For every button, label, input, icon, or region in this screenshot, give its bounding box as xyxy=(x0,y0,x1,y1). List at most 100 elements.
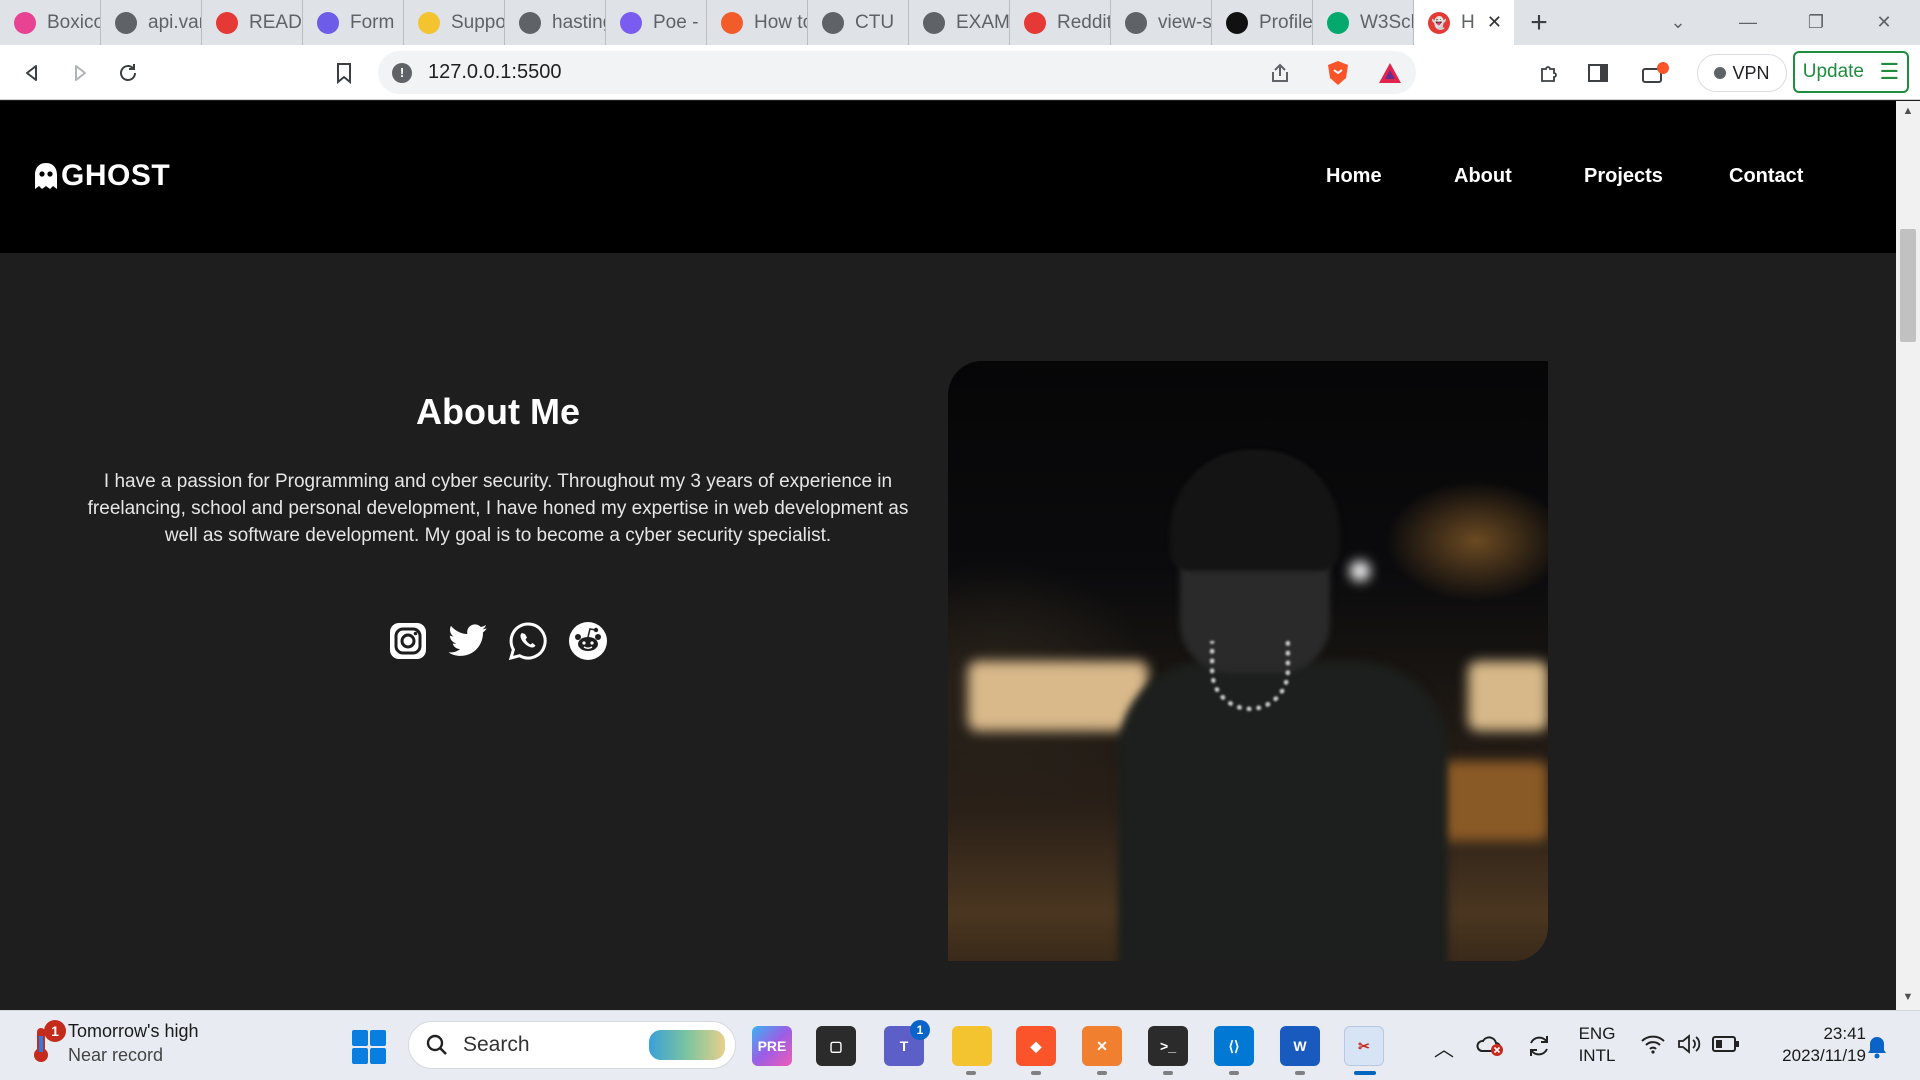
brave-browser-icon[interactable]: ◆ xyxy=(1016,1026,1056,1066)
site-info-icon[interactable]: ! xyxy=(392,62,412,83)
task-view-icon[interactable]: ▢ xyxy=(816,1026,856,1066)
browser-tab[interactable]: Profile xyxy=(1212,0,1313,45)
nav-home[interactable]: Home xyxy=(1326,165,1382,188)
tab-favicon-icon xyxy=(721,11,743,34)
menu-icon: ☰ xyxy=(1879,59,1900,84)
running-indicator xyxy=(1295,1071,1305,1075)
whatsapp-icon[interactable] xyxy=(508,621,548,661)
browser-tab[interactable]: Form xyxy=(303,0,404,45)
browser-tab[interactable]: api.vanta xyxy=(101,0,202,45)
browser-tab[interactable]: README xyxy=(202,0,303,45)
file-explorer-icon[interactable] xyxy=(952,1026,992,1066)
weather-widget[interactable]: 1 Tomorrow's high Near record xyxy=(28,1019,198,1067)
xampp-icon[interactable]: ✕ xyxy=(1082,1026,1122,1066)
search-label: Search xyxy=(463,1033,530,1056)
running-indicator xyxy=(1229,1071,1239,1075)
scrollbar-thumb[interactable] xyxy=(1900,229,1916,342)
battery-icon[interactable] xyxy=(1712,1035,1740,1058)
browser-tab[interactable]: CTU xyxy=(808,0,909,45)
thermometer-icon: 1 xyxy=(28,1020,66,1064)
nav-projects[interactable]: Projects xyxy=(1584,165,1663,188)
update-button[interactable]: Update ☰ xyxy=(1793,51,1909,93)
word-icon[interactable]: W xyxy=(1280,1026,1320,1066)
tab-search-chevron-icon[interactable]: ⌄ xyxy=(1644,0,1712,45)
new-tab-button[interactable]: + xyxy=(1514,6,1564,40)
vpn-button[interactable]: VPN xyxy=(1697,54,1787,92)
nav-about[interactable]: About xyxy=(1454,165,1512,188)
vpn-status-icon xyxy=(1714,67,1727,79)
browser-tab[interactable]: view-s xyxy=(1111,0,1212,45)
start-button[interactable] xyxy=(352,1030,386,1064)
photo-person-jacket xyxy=(1118,661,1448,961)
page-scrollbar[interactable]: ▲ ▼ xyxy=(1896,101,1920,1010)
forward-icon[interactable] xyxy=(62,55,98,91)
minimize-icon[interactable]: — xyxy=(1714,0,1782,45)
browser-tab[interactable]: Support xyxy=(404,0,505,45)
tab-title: How to xyxy=(754,11,807,33)
terminal-icon[interactable]: >_ xyxy=(1148,1026,1188,1066)
tab-title: Form xyxy=(350,11,395,33)
teams-icon[interactable]: T1 xyxy=(884,1020,930,1066)
tab-title: api.vanta xyxy=(148,11,201,33)
active-tab[interactable]: 👻 H ✕ xyxy=(1414,0,1514,45)
sync-icon[interactable] xyxy=(1526,1033,1552,1064)
snipping-tool-icon[interactable]: ✂ xyxy=(1344,1026,1384,1066)
vpn-label: VPN xyxy=(1732,62,1770,83)
wifi-icon[interactable] xyxy=(1640,1033,1666,1060)
browser-tab[interactable]: Boxicons xyxy=(0,0,101,45)
browser-tab[interactable]: hasting xyxy=(505,0,606,45)
twitter-icon[interactable] xyxy=(448,621,488,661)
nav-contact[interactable]: Contact xyxy=(1729,165,1803,188)
tab-favicon-icon xyxy=(1125,11,1147,34)
browser-tab[interactable]: Poe - xyxy=(606,0,707,45)
tray-overflow-icon[interactable]: ︿ xyxy=(1426,1029,1462,1065)
browser-tab[interactable]: W3Sch xyxy=(1313,0,1414,45)
reddit-icon[interactable] xyxy=(568,621,608,661)
browser-tab[interactable]: How to xyxy=(707,0,808,45)
notification-bell-icon[interactable] xyxy=(1866,1035,1888,1064)
reload-icon[interactable] xyxy=(110,55,146,91)
address-bar[interactable]: ! 127.0.0.1:5500 xyxy=(378,51,1416,94)
url-text: 127.0.0.1:5500 xyxy=(428,61,562,83)
onedrive-error-icon[interactable] xyxy=(1476,1033,1503,1056)
language-indicator[interactable]: ENG INTL xyxy=(1572,1023,1622,1067)
wallet-icon[interactable] xyxy=(1638,55,1674,91)
tab-title: Reddit xyxy=(1057,11,1110,33)
tab-favicon-icon xyxy=(115,11,137,34)
vscode-icon[interactable]: ⟨⟩ xyxy=(1214,1026,1254,1066)
weather-line2: Near record xyxy=(68,1045,164,1065)
share-icon[interactable] xyxy=(1262,55,1298,91)
browser-tab[interactable]: EXAM xyxy=(909,0,1010,45)
bookmark-icon[interactable] xyxy=(326,55,362,91)
brave-rewards-icon[interactable] xyxy=(1372,55,1408,91)
extensions-icon[interactable] xyxy=(1530,55,1566,91)
back-icon[interactable] xyxy=(14,55,50,91)
social-links xyxy=(388,621,608,661)
sidebar-icon[interactable] xyxy=(1580,55,1616,91)
tab-title: Support xyxy=(451,11,504,33)
tab-favicon-icon xyxy=(216,11,238,34)
taskbar-search[interactable]: Search xyxy=(408,1021,736,1069)
tab-title: EXAM xyxy=(956,11,1009,33)
brave-shield-icon[interactable] xyxy=(1320,55,1356,91)
close-window-icon[interactable]: ✕ xyxy=(1850,0,1918,45)
tab-title: W3Sch xyxy=(1360,11,1413,33)
tab-favicon-icon xyxy=(317,11,339,34)
restore-icon[interactable]: ❐ xyxy=(1782,0,1850,45)
clock-date: 2023/11/19 xyxy=(1782,1046,1866,1065)
volume-icon[interactable] xyxy=(1676,1033,1702,1060)
copilot-icon[interactable]: PRE xyxy=(752,1026,792,1066)
instagram-icon[interactable] xyxy=(388,621,428,661)
tab-favicon-icon xyxy=(14,11,36,34)
site-logo[interactable]: GHOST xyxy=(33,159,170,193)
tab-favicon-icon xyxy=(822,11,844,34)
scroll-up-icon[interactable]: ▲ xyxy=(1896,105,1920,117)
browser-tab[interactable]: Reddit xyxy=(1010,0,1111,45)
clock[interactable]: 23:41 2023/11/19 xyxy=(1756,1023,1866,1067)
tab-title: CTU xyxy=(855,11,895,33)
close-tab-icon[interactable]: ✕ xyxy=(1487,12,1502,33)
tab-favicon-icon xyxy=(1327,11,1349,34)
ghost-icon xyxy=(35,163,57,189)
search-highlight-icon xyxy=(649,1030,725,1060)
scroll-down-icon[interactable]: ▼ xyxy=(1896,991,1920,1003)
